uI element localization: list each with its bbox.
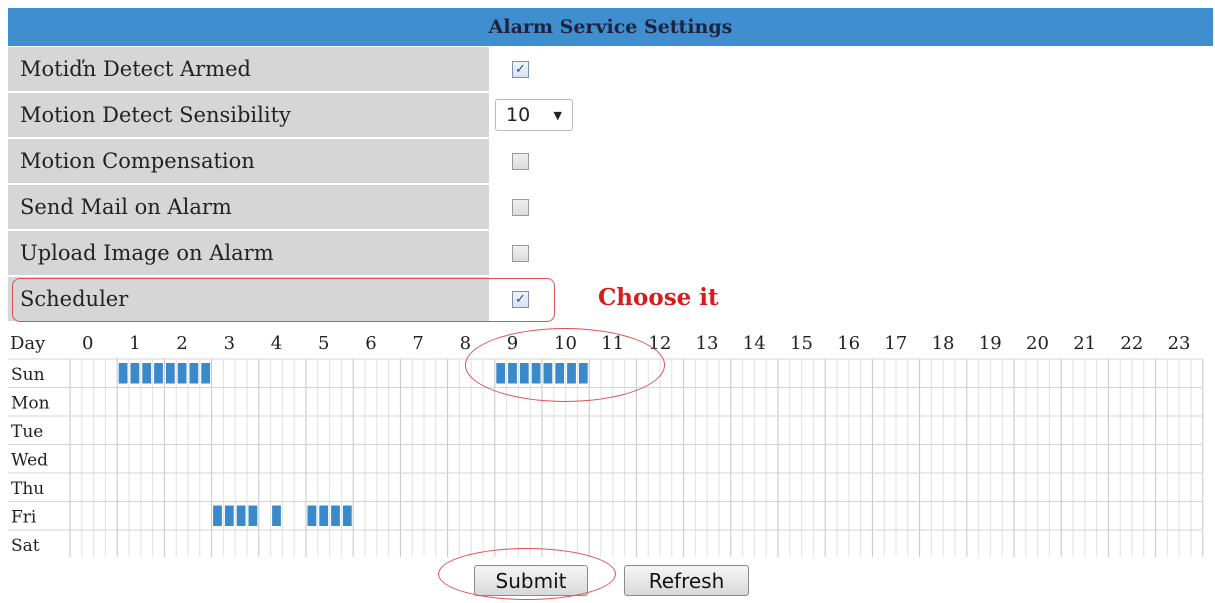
hour-label: 14 [743, 333, 766, 354]
hour-label: 18 [932, 333, 955, 354]
alarm-settings-panel: Alarm Service Settings Motiďn Detect Arm… [8, 8, 1213, 323]
selected-slot[interactable] [342, 505, 352, 527]
hour-label: 4 [271, 333, 282, 354]
hour-label: 15 [790, 333, 813, 354]
hour-label: 0 [82, 333, 93, 354]
hour-label: 1 [129, 333, 140, 354]
schedule-grid: Day 0 1 2 3 4 5 6 7 8 9 10 11 12 13 14 15 16 17 18 19 20 21 22 2… [8, 325, 1213, 557]
hour-label: 3 [224, 333, 235, 354]
hour-label: 2 [176, 333, 187, 354]
selected-slot[interactable] [531, 363, 541, 384]
hour-label: 6 [365, 333, 376, 354]
day-label: Wed [11, 451, 48, 471]
day-label: Tue [11, 422, 43, 442]
setting-row-upload-image: Upload Image on Alarm [8, 231, 1213, 277]
schedule-grid-svg: Day 0 1 2 3 4 5 6 7 8 9 10 11 12 13 14 15 16 17 18 19 20 21 22 2… [8, 333, 1204, 557]
selected-slot[interactable] [307, 505, 317, 527]
hour-label: 20 [1026, 333, 1049, 354]
setting-label: Send Mail on Alarm [8, 185, 489, 229]
day-label: Mon [11, 394, 50, 414]
setting-label: Scheduler [8, 277, 489, 321]
selected-slot[interactable] [118, 363, 128, 384]
hour-label: 21 [1073, 333, 1096, 354]
panel-title: Alarm Service Settings [8, 8, 1213, 47]
selected-slot[interactable] [543, 363, 553, 384]
selected-slot[interactable] [496, 363, 506, 384]
selected-slot[interactable] [331, 505, 340, 527]
hour-label: 16 [837, 333, 860, 354]
hour-label: 7 [412, 333, 423, 354]
hour-label: 22 [1120, 333, 1143, 354]
setting-row-send-mail: Send Mail on Alarm [8, 185, 1213, 231]
selected-slot[interactable] [130, 363, 140, 384]
selected-slot[interactable] [508, 363, 517, 384]
day-label: Fri [11, 508, 37, 528]
hour-label: 10 [554, 333, 577, 354]
hour-label: 17 [884, 333, 907, 354]
hour-label: 13 [696, 333, 719, 354]
day-label: Sun [11, 365, 45, 385]
choose-it-annotation: Choose it [598, 284, 719, 311]
send-mail-checkbox[interactable] [512, 198, 529, 216]
chevron-down-icon: ▼ [553, 108, 562, 122]
selected-slot[interactable] [201, 363, 211, 384]
scheduler-checkbox[interactable]: ✓ [512, 290, 529, 308]
selected-slot[interactable] [189, 363, 199, 384]
submit-button[interactable]: Submit [474, 565, 588, 596]
hour-label: 9 [507, 333, 518, 354]
compensation-checkbox[interactable] [512, 152, 529, 170]
selected-slot[interactable] [236, 505, 246, 527]
setting-label: Motion Detect Sensibility [8, 93, 489, 137]
selected-slot[interactable] [519, 363, 529, 384]
hour-label: 19 [979, 333, 1002, 354]
hour-label: 12 [648, 333, 671, 354]
selected-slot[interactable] [555, 363, 565, 384]
setting-label: Upload Image on Alarm [8, 231, 489, 275]
day-label: Sat [11, 536, 40, 556]
selected-slot[interactable] [272, 505, 281, 527]
setting-label: Motiďn Detect Armed [8, 47, 489, 91]
setting-row-sensibility: Motion Detect Sensibility 10 ▼ [8, 93, 1213, 139]
selected-slot[interactable] [578, 363, 588, 384]
selected-slot[interactable] [567, 363, 576, 384]
button-bar: Submit Refresh [0, 563, 1215, 601]
day-label: Thu [11, 479, 44, 499]
selected-slot[interactable] [142, 363, 152, 384]
hour-label: 23 [1168, 333, 1191, 354]
setting-label: Motion Compensation [8, 139, 489, 183]
sensibility-value: 10 [506, 104, 531, 126]
selected-slot[interactable] [224, 505, 234, 527]
setting-row-compensation: Motion Compensation [8, 139, 1213, 185]
hour-label: 11 [601, 333, 624, 354]
selected-slot[interactable] [213, 505, 222, 527]
selected-slot[interactable] [319, 505, 329, 527]
selected-slot[interactable] [154, 363, 163, 384]
refresh-button[interactable]: Refresh [624, 565, 749, 596]
sensibility-select[interactable]: 10 ▼ [495, 99, 573, 131]
selected-slot[interactable] [248, 505, 258, 527]
selected-slot[interactable] [165, 363, 175, 384]
motion-armed-checkbox[interactable]: ✓ [512, 60, 529, 78]
upload-image-checkbox[interactable] [512, 244, 529, 262]
hour-label: 5 [318, 333, 329, 354]
hour-label: 8 [460, 333, 471, 354]
selected-slot[interactable] [177, 363, 187, 384]
setting-row-motion-armed: Motiďn Detect Armed ✓ [8, 47, 1213, 93]
day-header-label: Day [10, 333, 46, 354]
